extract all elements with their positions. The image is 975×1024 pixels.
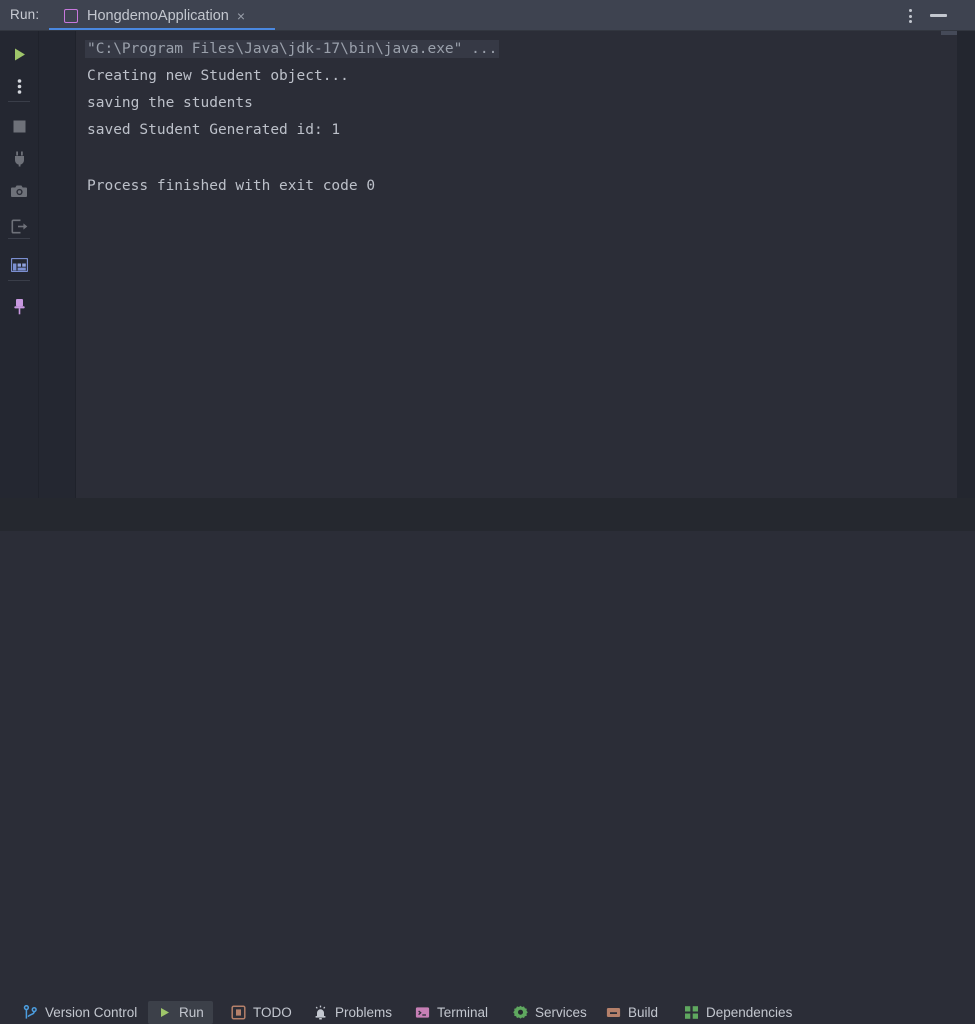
console-output[interactable]: "C:\Program Files\Java\jdk-17\bin\java.e… [76, 31, 957, 498]
pin-icon [13, 298, 25, 314]
sidebar-item-version-control[interactable]: Version Control [14, 1001, 146, 1024]
console-gutter-rail [39, 31, 109, 498]
sidebar-item-run[interactable]: Run [148, 1001, 213, 1024]
layout-settings-button[interactable] [5, 253, 33, 277]
sidebar-item-label: Version Control [45, 1005, 138, 1020]
stop-square-icon [13, 120, 25, 132]
run-actions-rail [0, 31, 38, 498]
dependencies-icon [685, 1006, 698, 1019]
pin-tab-button[interactable] [5, 294, 33, 318]
layout-icon [10, 258, 28, 272]
console-line: Creating new Student object... [87, 68, 349, 84]
tab-title: HongdemoApplication [87, 7, 229, 24]
sidebar-item-dependencies[interactable]: Dependencies [675, 1001, 801, 1024]
suspend-button[interactable] [5, 147, 33, 171]
sidebar-item-build[interactable]: Build [597, 1001, 667, 1024]
app-square-icon [64, 8, 78, 23]
play-icon [161, 1008, 169, 1017]
export-button[interactable] [5, 214, 33, 238]
export-icon [11, 219, 27, 233]
rail-separator [8, 280, 30, 281]
stop-button[interactable] [5, 114, 33, 138]
problems-icon [315, 1005, 326, 1020]
rail-separator [8, 238, 30, 239]
rail-divider-left [38, 31, 39, 498]
sidebar-item-label: Problems [335, 1005, 393, 1020]
run-header-bar: Run: HongdemoApplication × [0, 0, 975, 31]
screenshot-button[interactable] [5, 179, 33, 203]
sidebar-item-terminal[interactable]: Terminal [406, 1001, 497, 1024]
plug-icon [14, 151, 24, 167]
minimize-icon[interactable] [930, 14, 947, 17]
status-bar: Version Control Run TODO Problems Termin… [0, 498, 975, 1024]
more-vertical-icon[interactable] [903, 9, 917, 23]
run-label: Run: [10, 7, 40, 22]
more-vertical-icon [17, 78, 21, 94]
build-icon [606, 1008, 621, 1017]
sidebar-item-label: Build [628, 1005, 659, 1020]
console-line-exit: Process finished with exit code 0 [87, 178, 376, 194]
rail-separator [8, 101, 30, 102]
tab-hongdemoapplication[interactable]: HongdemoApplication × [49, 0, 275, 31]
camera-icon [10, 185, 27, 197]
right-edge-strip [957, 31, 975, 498]
play-icon [14, 48, 25, 60]
sidebar-item-label: Run [179, 1005, 204, 1020]
run-options-button[interactable] [5, 74, 33, 98]
sidebar-item-label: Terminal [437, 1005, 489, 1020]
services-gear-icon [513, 1005, 528, 1019]
console-scrollbar[interactable] [941, 31, 957, 35]
sidebar-item-label: TODO [253, 1005, 292, 1020]
run-tool-window: Run: HongdemoApplication × "C:\Program F… [0, 0, 975, 1024]
console-line-command: "C:\Program Files\Java\jdk-17\bin\java.e… [85, 40, 500, 58]
sidebar-item-services[interactable]: Services [504, 1001, 596, 1024]
sidebar-item-problems[interactable]: Problems [304, 1001, 401, 1024]
sidebar-item-label: Services [535, 1005, 587, 1020]
console-line: saved Student Generated id: 1 [87, 122, 341, 138]
terminal-icon [415, 1007, 430, 1018]
console-line: saving the students [87, 95, 253, 111]
close-icon[interactable]: × [237, 9, 245, 23]
sidebar-item-todo[interactable]: TODO [222, 1001, 301, 1024]
sidebar-item-label: Dependencies [706, 1005, 793, 1020]
rerun-button[interactable] [5, 42, 33, 66]
todo-icon [231, 1005, 246, 1020]
branch-icon [23, 1005, 37, 1019]
